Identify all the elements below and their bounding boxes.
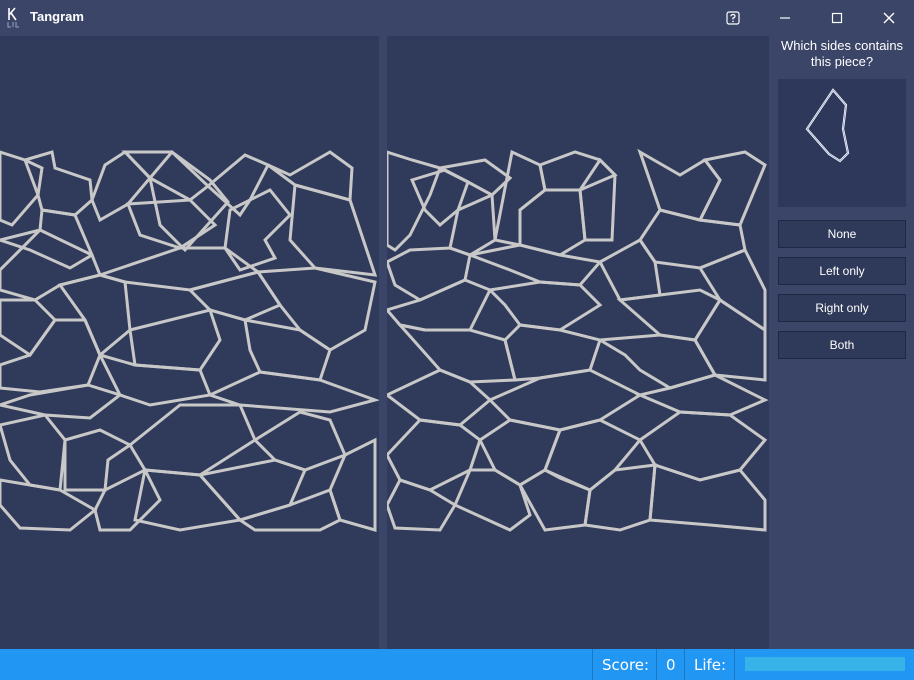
tangram-piece xyxy=(387,150,442,252)
life-label: Life: xyxy=(694,656,727,674)
tangram-piece xyxy=(197,458,308,522)
status-bar: Score: 0 Life: xyxy=(0,649,914,680)
minimize-icon xyxy=(780,17,790,19)
life-bar-fill xyxy=(745,657,905,671)
tangram-piece xyxy=(638,208,747,270)
choice-both-button[interactable]: Both xyxy=(778,331,906,359)
tangram-piece xyxy=(387,246,472,302)
help-icon xyxy=(726,11,740,25)
tangram-piece xyxy=(0,208,94,270)
tangram-piece xyxy=(518,188,587,257)
minimize-button[interactable] xyxy=(762,0,808,36)
right-board xyxy=(387,36,769,649)
tangram-piece xyxy=(0,318,102,394)
tangram-piece xyxy=(538,150,618,192)
tangram-piece xyxy=(90,150,153,223)
tangram-piece xyxy=(435,158,513,197)
status-separator xyxy=(656,649,657,680)
tangram-piece xyxy=(223,188,293,272)
tangram-piece xyxy=(328,437,377,532)
tangram-piece xyxy=(543,418,643,492)
tangram-piece xyxy=(578,157,617,242)
help-button[interactable] xyxy=(710,0,756,36)
status-separator xyxy=(734,649,735,680)
maximize-icon xyxy=(831,12,843,24)
tangram-piece xyxy=(616,288,723,342)
tangram-piece xyxy=(464,243,603,287)
tangram-piece xyxy=(583,463,657,532)
tangram-piece xyxy=(387,368,493,427)
tangram-piece xyxy=(267,150,354,202)
score-label: Score: xyxy=(602,656,650,674)
tangram-piece xyxy=(387,278,493,332)
life-bar xyxy=(745,657,905,671)
choice-none-button[interactable]: None xyxy=(778,220,906,248)
tangram-piece xyxy=(0,298,57,358)
score-value: 0 xyxy=(666,656,676,674)
choice-left-only-button[interactable]: Left only xyxy=(778,257,906,285)
tangram-piece xyxy=(125,198,218,250)
tangram-piece xyxy=(648,462,767,532)
status-separator xyxy=(684,649,685,680)
title-bar: Tangram xyxy=(0,0,914,36)
tangram-piece xyxy=(0,413,67,492)
side-panel: Which sides contains this piece? None Le… xyxy=(769,36,914,649)
tangram-piece xyxy=(236,488,342,532)
tangram-piece xyxy=(486,280,603,332)
choice-right-only-button[interactable]: Right only xyxy=(778,294,906,322)
tangram-piece xyxy=(0,478,98,532)
close-icon xyxy=(883,12,895,24)
board-divider xyxy=(379,36,387,649)
tangram-piece xyxy=(517,468,592,532)
left-board xyxy=(0,36,379,649)
tangram-piece xyxy=(637,410,768,482)
tangram-piece xyxy=(448,192,497,257)
tangram-piece xyxy=(693,297,767,382)
tangram-piece xyxy=(453,468,532,532)
tangram-piece xyxy=(23,150,94,217)
window-title: Tangram xyxy=(30,9,84,24)
tangram-piece xyxy=(387,478,458,532)
tangram-piece xyxy=(243,318,332,382)
tangram-piece xyxy=(128,403,257,477)
tangram-piece xyxy=(128,308,222,372)
question-text: Which sides contains this piece? xyxy=(780,38,904,69)
right-pieces xyxy=(387,148,769,532)
tangram-piece xyxy=(597,238,662,302)
close-button[interactable] xyxy=(866,0,912,36)
tangram-piece xyxy=(697,150,767,227)
left-pieces xyxy=(0,149,379,532)
tangram-piece xyxy=(395,322,517,384)
tangram-piece xyxy=(288,183,378,277)
target-piece-shape xyxy=(805,88,850,163)
k-logo-icon xyxy=(7,7,19,28)
maximize-button[interactable] xyxy=(814,0,860,36)
status-separator xyxy=(592,649,593,680)
tangram-piece xyxy=(478,418,563,487)
piece-preview xyxy=(778,79,906,207)
tangram-piece xyxy=(255,266,377,352)
